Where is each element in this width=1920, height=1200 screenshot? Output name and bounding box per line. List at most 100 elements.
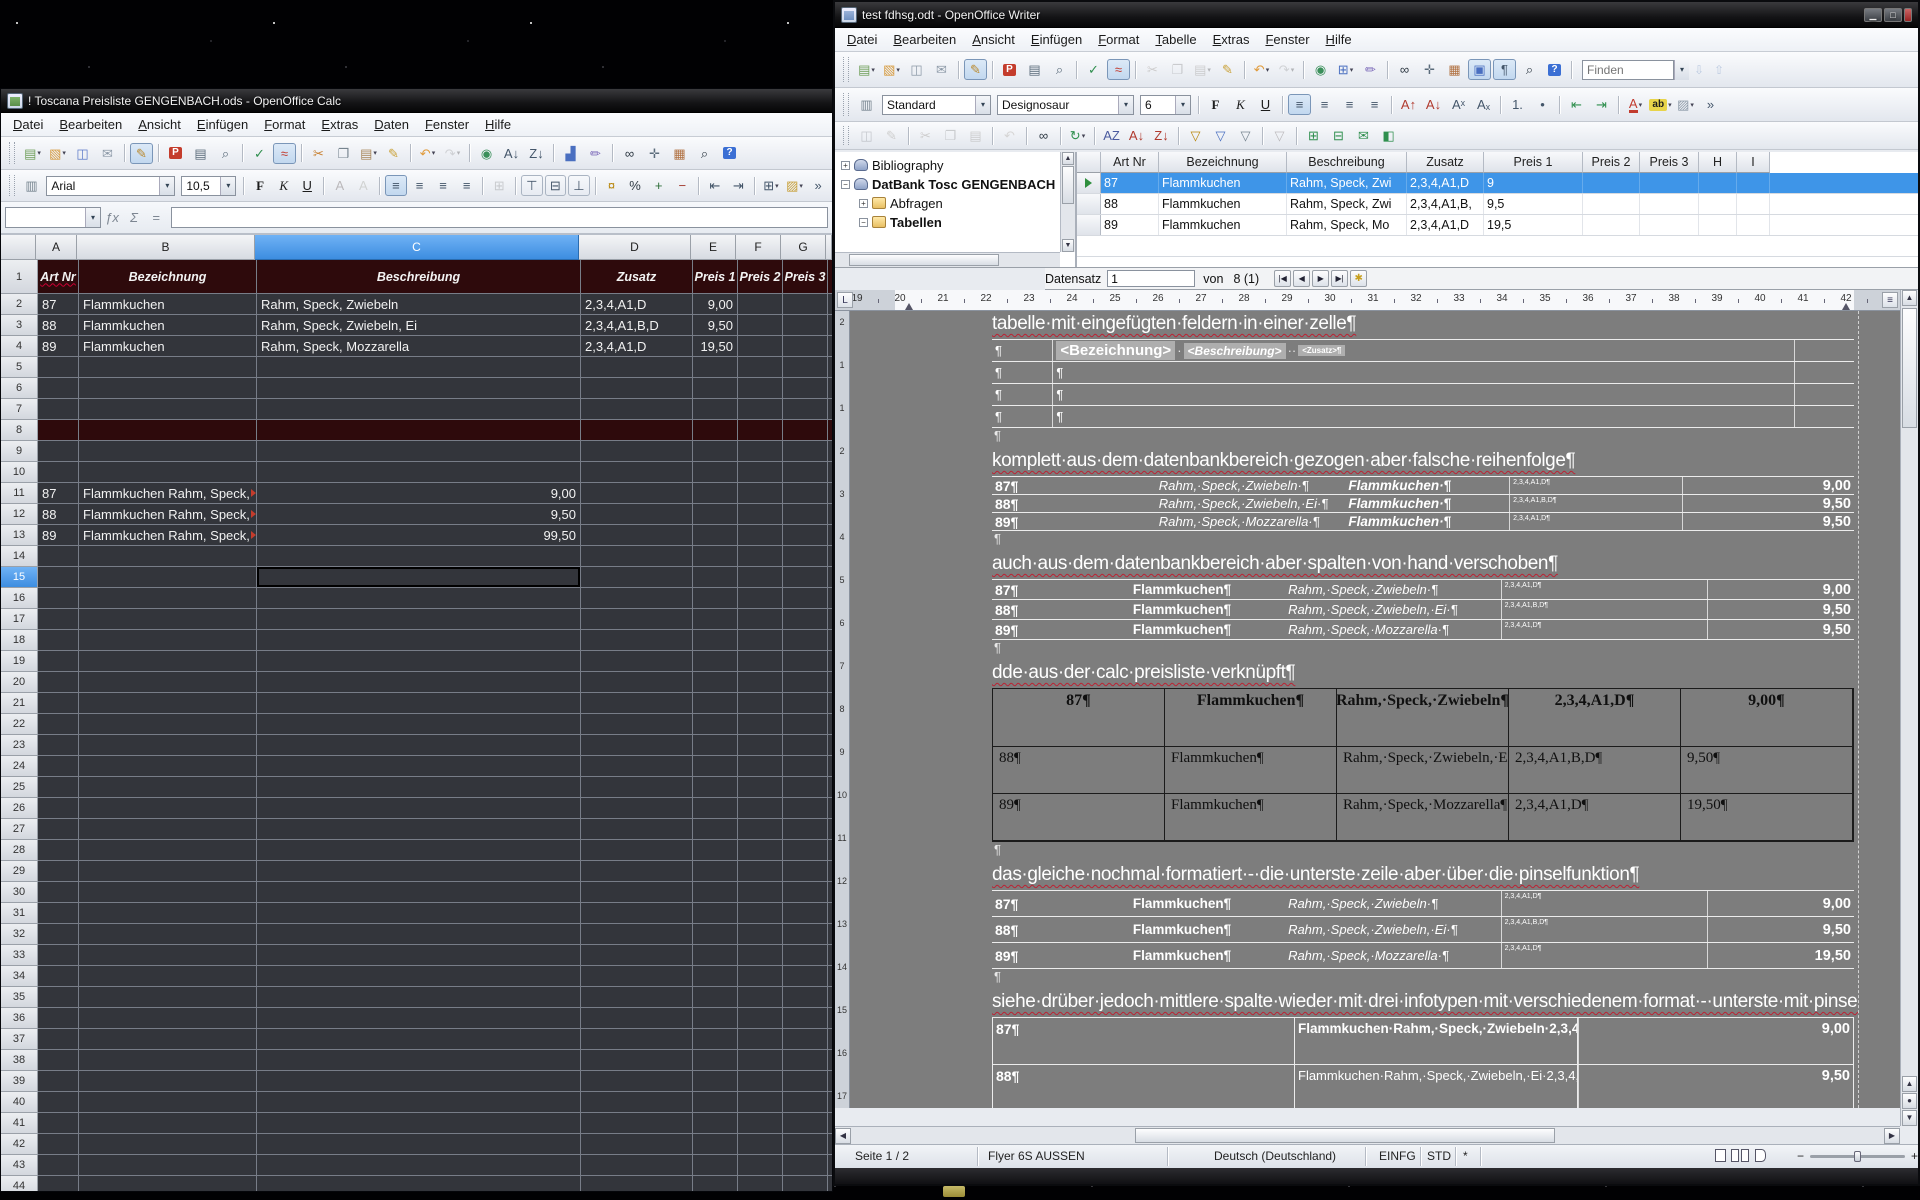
cell-B5[interactable] <box>79 357 257 378</box>
cell-B37[interactable] <box>79 1029 257 1050</box>
sort-ascending-icon[interactable]: A↓ <box>500 143 523 164</box>
cell-C19[interactable] <box>257 651 581 672</box>
cell-B41[interactable] <box>79 1113 257 1134</box>
page-preview-icon[interactable]: ⌕ <box>214 143 237 164</box>
cell-E31[interactable] <box>693 903 738 924</box>
cell-x24[interactable] <box>828 756 832 777</box>
cell-E22[interactable] <box>693 714 738 735</box>
cell-G29[interactable] <box>783 861 828 882</box>
cell-C11[interactable]: 9,00 <box>257 483 581 504</box>
cell-E42[interactable] <box>693 1134 738 1155</box>
auto-filter-icon[interactable]: ▽ <box>1184 125 1207 146</box>
collapse-icon[interactable]: − <box>841 180 850 189</box>
cell-C14[interactable] <box>257 546 581 567</box>
navigator-icon[interactable]: ✛ <box>643 143 666 164</box>
cell-G33[interactable] <box>783 945 828 966</box>
cell-E20[interactable] <box>693 672 738 693</box>
cell-F11[interactable] <box>738 483 783 504</box>
cell-B32[interactable] <box>79 924 257 945</box>
styles-icon[interactable]: ▥ <box>855 94 878 115</box>
cell-x34[interactable] <box>828 966 832 987</box>
cell-A34[interactable] <box>38 966 79 987</box>
zoom-out-label[interactable]: − <box>1797 1149 1804 1163</box>
cell-E38[interactable] <box>693 1050 738 1071</box>
new-document-icon[interactable]: ▤▾ <box>855 59 878 80</box>
ds-cell[interactable] <box>1583 173 1640 193</box>
save-icon[interactable]: ◫ <box>905 59 928 80</box>
bold-icon[interactable]: F <box>249 175 271 196</box>
horizontal-ruler[interactable]: 1920212223242526272829303132333435363738… <box>835 290 1900 311</box>
paragraph-style-combo-arrow[interactable]: ▾ <box>975 96 990 114</box>
cell-E41[interactable] <box>693 1113 738 1134</box>
superscript-icon[interactable]: Aˣ <box>1447 94 1470 115</box>
edit-mode-icon[interactable]: ✎ <box>964 59 987 80</box>
cell-x25[interactable] <box>828 777 832 798</box>
cell-E34[interactable] <box>693 966 738 987</box>
cell-B29[interactable] <box>79 861 257 882</box>
cell-B43[interactable] <box>79 1155 257 1176</box>
align-left-icon[interactable]: ≡ <box>1288 94 1311 115</box>
cell-G22[interactable] <box>783 714 828 735</box>
doc-table-4[interactable]: 87¶Flammkuchen¶Rahm,·Speck,·Zwiebeln¶2,3… <box>992 688 1854 842</box>
cell-B42[interactable] <box>79 1134 257 1155</box>
cell-F24[interactable] <box>738 756 783 777</box>
cell-D21[interactable] <box>581 693 693 714</box>
ds-cell[interactable]: 9,5 <box>1484 194 1583 214</box>
cell-E13[interactable] <box>693 525 738 546</box>
row-header-8[interactable]: 8 <box>1 420 38 441</box>
cell-C15[interactable] <box>257 567 581 588</box>
cell-A31[interactable] <box>38 903 79 924</box>
ds-cell[interactable]: 89 <box>1101 215 1159 235</box>
font-size-combo[interactable]: 10,5▾ <box>181 176 236 196</box>
function-button[interactable]: = <box>145 207 167 228</box>
row-header-18[interactable]: 18 <box>1 630 38 651</box>
cell-C40[interactable] <box>257 1092 581 1113</box>
cell-D25[interactable] <box>581 777 693 798</box>
book-view-icon[interactable] <box>1755 1149 1766 1162</box>
sort-descending-icon[interactable]: Z↓ <box>525 143 548 164</box>
cell-D32[interactable] <box>581 924 693 945</box>
row-selector[interactable] <box>1077 194 1101 214</box>
row-header-30[interactable]: 30 <box>1 882 38 903</box>
cell-A19[interactable] <box>38 651 79 672</box>
cell-C38[interactable] <box>257 1050 581 1071</box>
cell-x12[interactable] <box>828 504 832 525</box>
highlighting-icon[interactable]: ab▾ <box>1649 94 1672 115</box>
cell-x13[interactable] <box>828 525 832 546</box>
chart-icon[interactable]: ▟ <box>559 143 582 164</box>
cell-G18[interactable] <box>783 630 828 651</box>
cell-D35[interactable] <box>581 987 693 1008</box>
zoom-slider[interactable] <box>1810 1155 1905 1158</box>
cell-G16[interactable] <box>783 588 828 609</box>
cell-G30[interactable] <box>783 882 828 903</box>
ds-column-preis-1[interactable]: Preis 1 <box>1484 152 1583 173</box>
row-header-33[interactable]: 33 <box>1 945 38 966</box>
row-header-29[interactable]: 29 <box>1 861 38 882</box>
cell-G21[interactable] <box>783 693 828 714</box>
row-header-9[interactable]: 9 <box>1 441 38 462</box>
cell-G43[interactable] <box>783 1155 828 1176</box>
cell-C36[interactable] <box>257 1008 581 1029</box>
row-header-32[interactable]: 32 <box>1 924 38 945</box>
maximize-button[interactable]: □ <box>1884 8 1902 22</box>
cell-E28[interactable] <box>693 840 738 861</box>
ds-cell[interactable] <box>1583 215 1640 235</box>
cell-C17[interactable] <box>257 609 581 630</box>
cell-D28[interactable] <box>581 840 693 861</box>
cell-E44[interactable] <box>693 1176 738 1191</box>
gall ery-icon[interactable]: ▦ <box>668 143 691 164</box>
cell-G20[interactable] <box>783 672 828 693</box>
cell-D7[interactable] <box>581 399 693 420</box>
cell-x23[interactable] <box>828 735 832 756</box>
cell-F10[interactable] <box>738 462 783 483</box>
writer-titlebar[interactable]: test fdhsg.odt - OpenOffice Writer ▁ □ <box>835 2 1918 28</box>
cell-D8[interactable] <box>581 420 693 441</box>
ds-cell[interactable] <box>1640 194 1699 214</box>
cell-F16[interactable] <box>738 588 783 609</box>
cell-x36[interactable] <box>828 1008 832 1029</box>
cell-G36[interactable] <box>783 1008 828 1029</box>
cell-F30[interactable] <box>738 882 783 903</box>
cell-C41[interactable] <box>257 1113 581 1134</box>
row-header-25[interactable]: 25 <box>1 777 38 798</box>
ds-cell[interactable]: 2,3,4,A1,D <box>1407 215 1484 235</box>
